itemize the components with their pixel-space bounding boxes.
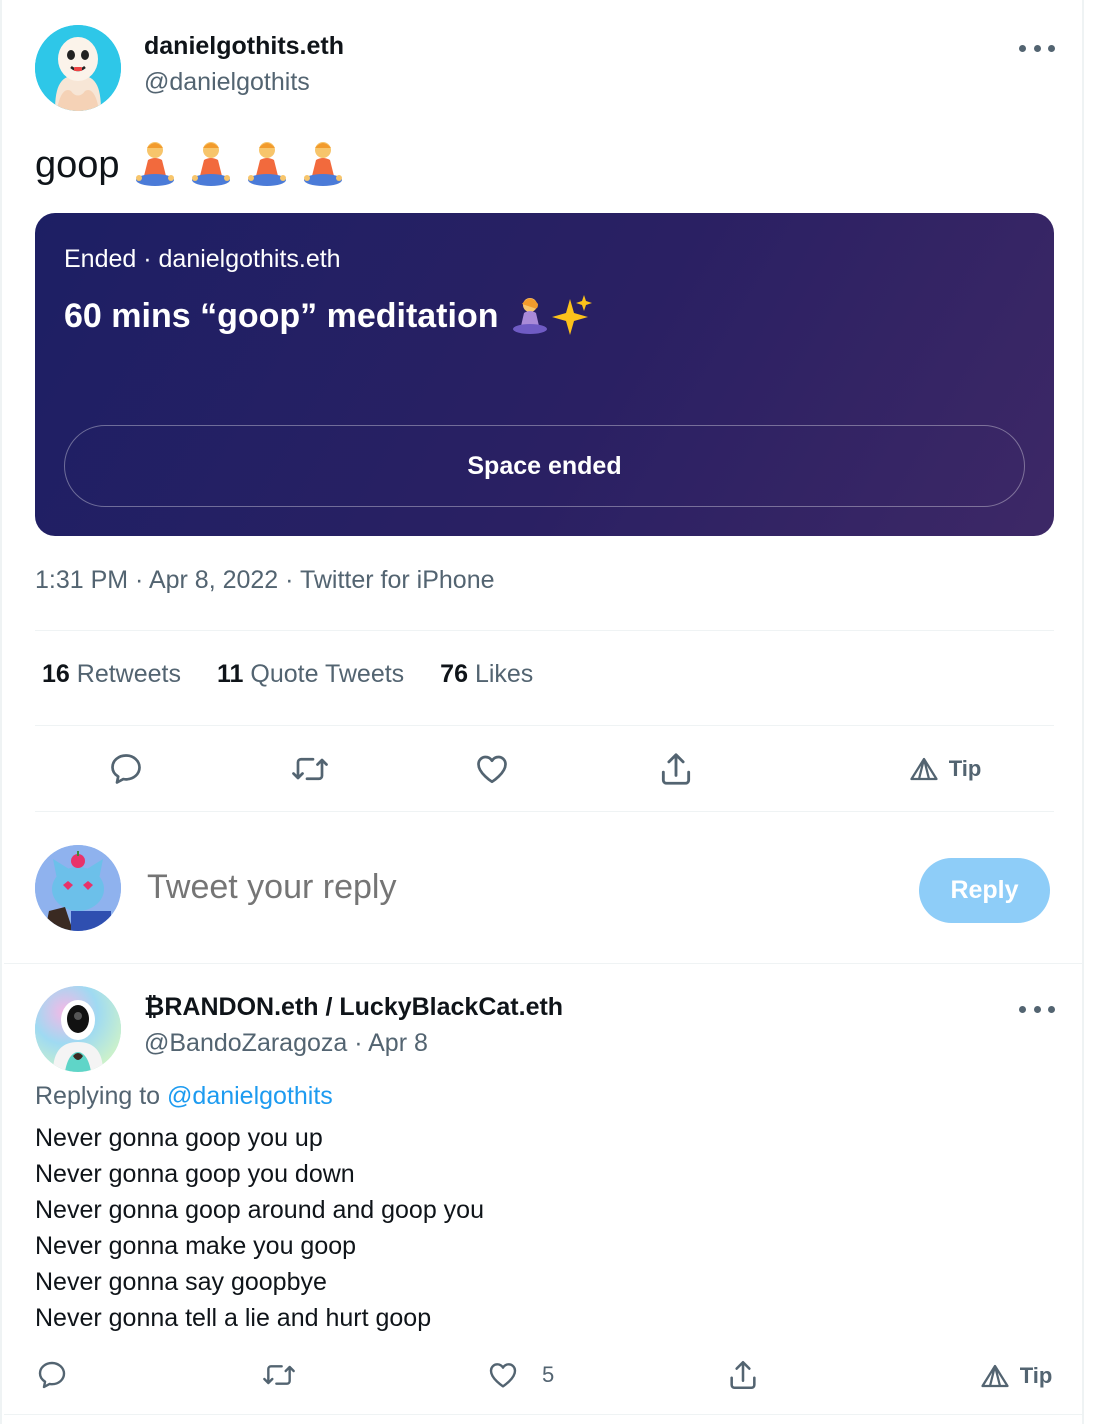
replying-to-link[interactable]: @danielgothits — [167, 1082, 333, 1110]
space-card[interactable]: Ended · danielgothits.eth 60 mins “goop”… — [35, 213, 1054, 536]
quote-tweets-stat[interactable]: 11 Quote Tweets — [217, 660, 404, 689]
tweet-stats: 16 Retweets 11 Quote Tweets 76 Likes — [42, 660, 533, 689]
like-icon[interactable] — [472, 750, 512, 788]
replying-to: Replying to @danielgothits — [35, 1082, 333, 1111]
retweet-icon[interactable] — [259, 1358, 299, 1392]
tweet-timestamp[interactable]: 1:31 PM · Apr 8, 2022 · Twitter for iPho… — [35, 566, 495, 595]
space-host-line: Ended · danielgothits.eth — [64, 245, 341, 273]
reply-line: Never gonna say goopbye — [35, 1268, 327, 1296]
reply-author-name[interactable]: ₿RANDON.eth / LuckyBlackCat.eth — [144, 993, 563, 1022]
space-title: 60 mins “goop” meditation — [64, 295, 593, 337]
space-ended-button[interactable]: Space ended — [64, 425, 1025, 507]
reply-author-handle-date[interactable]: @BandoZaragoza · Apr 8 — [144, 1029, 428, 1058]
tweet-text: goop — [35, 140, 344, 190]
sparkles-icon — [552, 295, 593, 335]
reply-button[interactable]: Reply — [919, 858, 1050, 923]
share-icon[interactable] — [724, 1356, 762, 1394]
reply-line: Never gonna make you goop — [35, 1232, 357, 1260]
divider — [35, 630, 1054, 631]
retweets-stat[interactable]: 16 Retweets — [42, 660, 181, 689]
meditation-emoji-icon — [191, 142, 230, 186]
tip-label: Tip — [1019, 1363, 1053, 1388]
meditation-emoji-icon — [247, 142, 286, 186]
tip-button[interactable]: Tip — [977, 1360, 1055, 1392]
author-avatar[interactable] — [35, 25, 121, 111]
like-icon — [489, 1363, 517, 1388]
more-icon[interactable] — [1019, 41, 1055, 55]
reply-text: Never gonna goop you up Never gonna goop… — [35, 1120, 484, 1336]
tip-icon — [981, 1364, 1009, 1388]
reply-icon[interactable] — [106, 750, 146, 788]
tip-label: Tip — [948, 756, 982, 781]
more-icon[interactable] — [1019, 1002, 1055, 1016]
reply-author-avatar[interactable] — [35, 986, 121, 1072]
space-title-text: 60 mins “goop” meditation — [64, 296, 499, 335]
reply-line: Never gonna goop around and goop you — [35, 1196, 484, 1224]
user-avatar[interactable] — [35, 845, 121, 931]
retweet-icon[interactable] — [288, 750, 332, 788]
tweet-thread: danielgothits.eth @danielgothits goop En… — [0, 0, 1084, 1424]
reply-input[interactable] — [147, 868, 747, 907]
like-button[interactable]: 5 — [486, 1358, 566, 1392]
reply-line: Never gonna tell a lie and hurt goop — [35, 1304, 432, 1332]
tip-button[interactable]: Tip — [905, 752, 985, 786]
divider — [35, 811, 1054, 812]
share-icon[interactable] — [655, 748, 697, 790]
likes-stat[interactable]: 76 Likes — [440, 660, 533, 689]
author-handle[interactable]: @danielgothits — [144, 68, 310, 97]
divider — [4, 963, 1084, 964]
replying-prefix: Replying to — [35, 1082, 161, 1110]
meditation-emoji-icon — [303, 142, 342, 186]
divider — [35, 725, 1054, 726]
tweet-text-content: goop — [35, 143, 120, 186]
tip-icon — [910, 757, 938, 781]
divider — [4, 1414, 1084, 1415]
author-name[interactable]: danielgothits.eth — [144, 32, 344, 61]
reply-line: Never gonna goop you up — [35, 1124, 323, 1152]
like-count: 5 — [542, 1362, 555, 1387]
meditation-emoji-icon — [135, 142, 174, 186]
meditation-emoji-icon — [513, 298, 548, 334]
reply-icon[interactable] — [34, 1358, 70, 1392]
reply-line: Never gonna goop you down — [35, 1160, 355, 1188]
